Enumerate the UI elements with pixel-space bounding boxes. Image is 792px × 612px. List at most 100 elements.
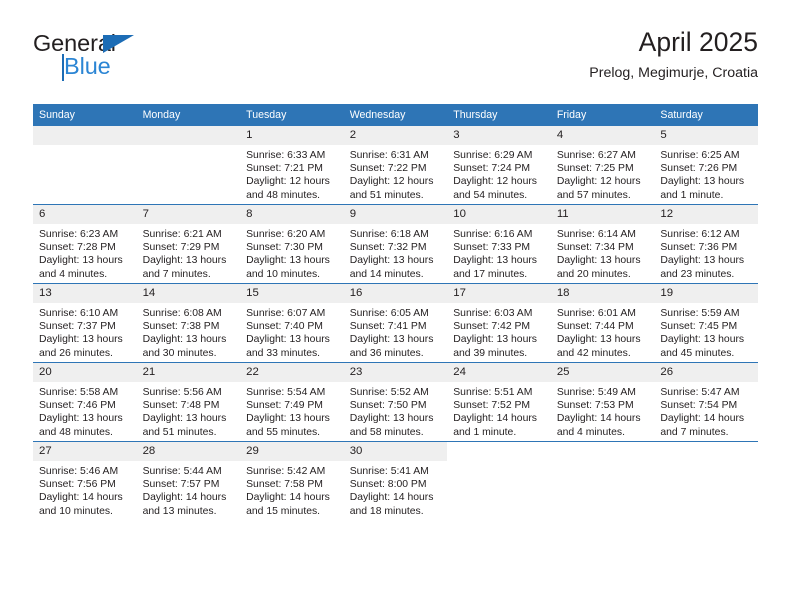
- calendar-empty-cell: [447, 441, 551, 520]
- sunrise-text: Sunrise: 5:56 AM: [142, 387, 222, 398]
- daylight-text: Daylight: 12 hours: [556, 176, 641, 188]
- daylight-text: Daylight: 14 hours: [246, 492, 330, 504]
- calendar-day-cell[interactable]: 6 Sunrise: 6:23 AM Sunset: 7:28 PM Daylight…: [33, 204, 137, 284]
- calendar-day-cell[interactable]: 4 Sunrise: 6:27 AM Sunset: 7:25 PM Daylight…: [550, 126, 655, 205]
- calendar-day-cell[interactable]: 21 Sunrise: 5:56 AM Sunset: 7:48 PM Dayligh…: [136, 362, 241, 442]
- weekday-header-sunday: Sunday: [33, 104, 137, 126]
- daylight-text: Daylight: 14 hours: [453, 413, 537, 425]
- sunrise-text: Sunrise: 5:51 AM: [453, 387, 533, 398]
- calendar-day-cell[interactable]: 13 Sunrise: 6:10 AM Sunset: 7:37 PM Dayligh…: [33, 283, 137, 363]
- sunrise-text: Sunrise: 6:07 AM: [246, 308, 326, 319]
- calendar-day-cell[interactable]: 12 Sunrise: 6:12 AM Sunset: 7:36 PM Dayligh…: [654, 204, 758, 284]
- day-details: Sunrise: 5:54 AM Sunset: 7:49 PM Daylight:…: [240, 382, 344, 439]
- sunrise-text: Sunrise: 6:33 AM: [246, 150, 326, 161]
- logo-text-blue: Blue: [64, 53, 111, 79]
- day-details: Sunrise: 5:56 AM Sunset: 7:48 PM Daylight:…: [137, 382, 241, 439]
- calendar-empty-cell: [654, 441, 758, 520]
- calendar-day-cell[interactable]: 7 Sunrise: 6:21 AM Sunset: 7:29 PM Daylight…: [136, 204, 241, 284]
- calendar-day-cell[interactable]: 5 Sunrise: 6:25 AM Sunset: 7:26 PM Daylight…: [654, 126, 758, 205]
- calendar-day-cell[interactable]: 8 Sunrise: 6:20 AM Sunset: 7:30 PM Daylight…: [240, 204, 344, 284]
- calendar-day-cell[interactable]: 24 Sunrise: 5:51 AM Sunset: 7:52 PM Dayligh…: [447, 362, 551, 442]
- sunrise-text: Sunrise: 5:49 AM: [556, 387, 636, 398]
- calendar-day-cell[interactable]: 23 Sunrise: 5:52 AM Sunset: 7:50 PM Dayligh…: [343, 362, 448, 442]
- daylight-text: Daylight: 13 hours: [349, 413, 434, 425]
- sunrise-text: Sunrise: 6:20 AM: [246, 229, 326, 240]
- calendar-day-cell[interactable]: 17 Sunrise: 6:03 AM Sunset: 7:42 PM Dayligh…: [447, 283, 551, 363]
- daylight-text: and 42 minutes.: [556, 347, 631, 359]
- title-block: April 2025 Prelog, Megimurje, Croatia: [589, 27, 758, 82]
- daylight-text: and 13 minutes.: [142, 505, 217, 517]
- calendar-empty-cell: [550, 441, 655, 520]
- day-number: [654, 442, 758, 461]
- sunset-text: Sunset: 8:00 PM: [349, 479, 427, 491]
- sunrise-text: Sunrise: 5:52 AM: [349, 387, 429, 398]
- daylight-text: and 58 minutes.: [349, 426, 424, 438]
- weekday-header-friday: Friday: [550, 104, 655, 126]
- calendar-day-cell[interactable]: 2 Sunrise: 6:31 AM Sunset: 7:22 PM Daylight…: [343, 126, 448, 205]
- day-details: Sunrise: 6:29 AM Sunset: 7:24 PM Daylight:…: [447, 145, 551, 202]
- daylight-text: Daylight: 13 hours: [349, 334, 434, 346]
- sunset-text: Sunset: 7:22 PM: [349, 163, 427, 175]
- daylight-text: and 10 minutes.: [39, 505, 113, 517]
- day-details: Sunrise: 6:25 AM Sunset: 7:26 PM Daylight:…: [654, 145, 758, 202]
- calendar-day-cell[interactable]: 20 Sunrise: 5:58 AM Sunset: 7:46 PM Dayligh…: [33, 362, 137, 442]
- calendar-day-cell[interactable]: 19 Sunrise: 5:59 AM Sunset: 7:45 PM Dayligh…: [654, 283, 758, 363]
- daylight-text: Daylight: 13 hours: [660, 334, 745, 346]
- day-number: 28: [136, 442, 241, 461]
- calendar-day-cell[interactable]: 14 Sunrise: 6:08 AM Sunset: 7:38 PM Dayligh…: [136, 283, 241, 363]
- sunset-text: Sunset: 7:52 PM: [453, 400, 531, 412]
- sunrise-text: Sunrise: 6:21 AM: [142, 229, 222, 240]
- day-details: [447, 461, 551, 465]
- day-details: Sunrise: 5:58 AM Sunset: 7:46 PM Daylight:…: [33, 382, 137, 439]
- calendar-day-cell[interactable]: 1 Sunrise: 6:33 AM Sunset: 7:21 PM Daylight…: [240, 126, 344, 205]
- calendar-day-cell[interactable]: 10 Sunrise: 6:16 AM Sunset: 7:33 PM Dayligh…: [447, 204, 551, 284]
- day-details: Sunrise: 5:49 AM Sunset: 7:53 PM Daylight:…: [551, 382, 655, 439]
- calendar-day-cell[interactable]: 28 Sunrise: 5:44 AM Sunset: 7:57 PM Dayligh…: [136, 441, 241, 520]
- sunset-text: Sunset: 7:25 PM: [556, 163, 634, 175]
- sunset-text: Sunset: 7:46 PM: [39, 400, 116, 412]
- day-details: Sunrise: 6:07 AM Sunset: 7:40 PM Daylight:…: [240, 303, 344, 360]
- calendar-day-cell[interactable]: 9 Sunrise: 6:18 AM Sunset: 7:32 PM Daylight…: [343, 204, 448, 284]
- day-number: 19: [654, 284, 758, 303]
- day-details: [654, 461, 758, 465]
- calendar-day-cell[interactable]: 15 Sunrise: 6:07 AM Sunset: 7:40 PM Dayligh…: [240, 283, 344, 363]
- calendar-day-cell[interactable]: 3 Sunrise: 6:29 AM Sunset: 7:24 PM Daylight…: [447, 126, 551, 205]
- calendar-day-cell[interactable]: 18 Sunrise: 6:01 AM Sunset: 7:44 PM Dayligh…: [550, 283, 655, 363]
- day-number: [136, 126, 241, 145]
- daylight-text: Daylight: 14 hours: [349, 492, 434, 504]
- sunset-text: Sunset: 7:50 PM: [349, 400, 427, 412]
- sunrise-text: Sunrise: 6:03 AM: [453, 308, 533, 319]
- sunset-text: Sunset: 7:32 PM: [349, 242, 427, 254]
- day-number: 18: [550, 284, 655, 303]
- day-details: Sunrise: 6:14 AM Sunset: 7:34 PM Daylight:…: [551, 224, 655, 281]
- day-number: 25: [550, 363, 655, 382]
- day-number: 13: [33, 284, 137, 303]
- day-number: 15: [240, 284, 344, 303]
- calendar-day-cell[interactable]: 22 Sunrise: 5:54 AM Sunset: 7:49 PM Dayligh…: [240, 362, 344, 442]
- sunrise-text: Sunrise: 5:47 AM: [660, 387, 740, 398]
- day-number: 1: [240, 126, 344, 145]
- calendar-day-cell[interactable]: 30 Sunrise: 5:41 AM Sunset: 8:00 PM Dayligh…: [343, 441, 448, 520]
- calendar-day-cell[interactable]: 11 Sunrise: 6:14 AM Sunset: 7:34 PM Dayligh…: [550, 204, 655, 284]
- sunrise-text: Sunrise: 6:01 AM: [556, 308, 636, 319]
- day-number: 30: [343, 442, 448, 461]
- daylight-text: and 23 minutes.: [660, 268, 735, 280]
- calendar-day-cell[interactable]: 26 Sunrise: 5:47 AM Sunset: 7:54 PM Dayligh…: [654, 362, 758, 442]
- daylight-text: Daylight: 13 hours: [453, 255, 537, 267]
- day-details: Sunrise: 5:46 AM Sunset: 7:56 PM Daylight:…: [33, 461, 137, 518]
- calendar-empty-cell: [33, 126, 137, 205]
- day-number: 10: [447, 205, 551, 224]
- weekday-header-saturday: Saturday: [654, 104, 758, 126]
- day-number: 12: [654, 205, 758, 224]
- sunset-text: Sunset: 7:21 PM: [246, 163, 323, 175]
- calendar-day-cell[interactable]: 16 Sunrise: 6:05 AM Sunset: 7:41 PM Dayligh…: [343, 283, 448, 363]
- sunset-text: Sunset: 7:44 PM: [556, 321, 634, 333]
- day-number: 9: [343, 205, 448, 224]
- day-details: [137, 145, 241, 149]
- calendar-day-cell[interactable]: 29 Sunrise: 5:42 AM Sunset: 7:58 PM Dayligh…: [240, 441, 344, 520]
- day-number: [447, 442, 551, 461]
- calendar-day-cell[interactable]: 25 Sunrise: 5:49 AM Sunset: 7:53 PM Dayligh…: [550, 362, 655, 442]
- calendar-day-cell[interactable]: 27 Sunrise: 5:46 AM Sunset: 7:56 PM Dayligh…: [33, 441, 137, 520]
- sunrise-text: Sunrise: 6:27 AM: [556, 150, 636, 161]
- sunrise-text: Sunrise: 6:12 AM: [660, 229, 740, 240]
